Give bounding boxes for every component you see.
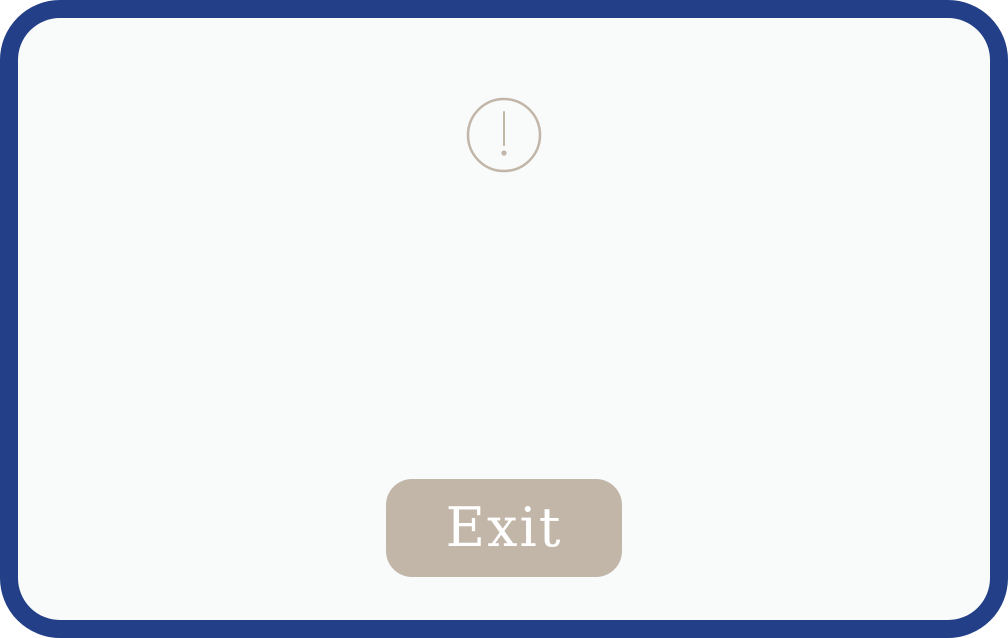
exit-button-label: Exit: [445, 495, 563, 559]
exclamation-circle-icon: [466, 97, 542, 173]
exit-button[interactable]: Exit: [386, 479, 622, 577]
